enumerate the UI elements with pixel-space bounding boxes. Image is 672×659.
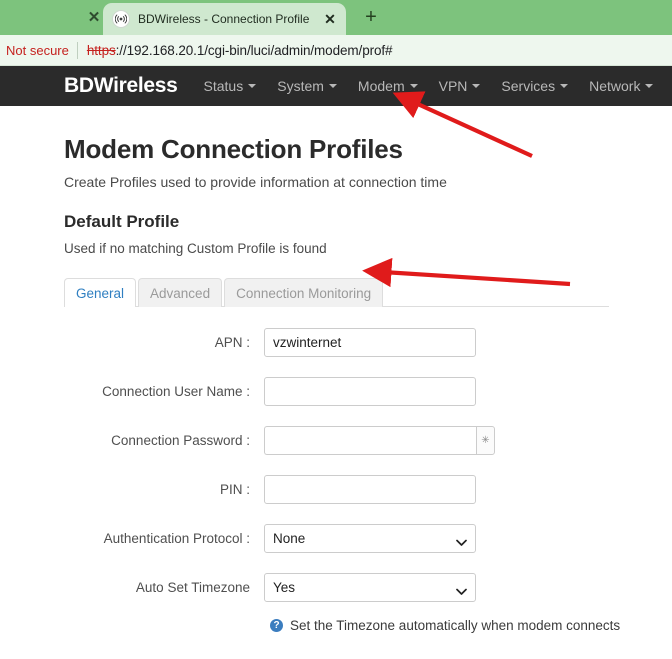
connection-user-name-input[interactable] [264,377,476,406]
wireless-signal-icon [112,10,130,28]
authentication-protocol-label: Authentication Protocol : [103,531,250,546]
nav-item-modem[interactable]: Modem [358,78,418,94]
auto-set-timezone-label: Auto Set Timezone [135,580,250,595]
new-tab-button[interactable]: + [360,7,382,29]
chevron-down-icon [472,84,481,88]
password-field-wrap: ✳ [264,426,495,455]
form-row-auto-timezone: Auto Set Timezone Yes [64,573,672,602]
nav-item-system[interactable]: System [277,78,337,94]
omnibar-bottom-border [0,65,672,66]
tab-general[interactable]: General [64,278,137,307]
connection-password-label: Connection Password : [111,433,250,448]
apn-field-wrap [264,328,476,357]
url-text[interactable]: https://192.168.20.1/cgi-bin/luci/admin/… [87,43,393,58]
security-status-label[interactable]: Not secure [4,43,77,58]
page-title: Modem Connection Profiles [64,134,403,164]
nav-item-status[interactable]: Status [204,78,257,94]
authentication-protocol-select[interactable]: None [264,524,476,553]
browser-tab-strip: ✕ BDWireless - Connection Profile ✕ + [0,0,672,35]
tab-connection-monitoring[interactable]: Connection Monitoring [224,278,384,307]
nav-item-vpn-label: VPN [438,78,468,94]
auto-set-timezone-select[interactable]: Yes [264,573,476,602]
site-brand[interactable]: BDWireless [64,74,178,98]
apn-input[interactable] [264,328,476,357]
browser-tab-title: BDWireless - Connection Profile [138,12,310,26]
site-navbar: BDWireless Status System Modem VPN Servi… [0,66,672,106]
browser-tab[interactable]: BDWireless - Connection Profile ✕ [103,3,346,35]
default-profile-form: APN : Connection User Name : Connection … [64,328,672,633]
address-bar[interactable]: Not secure https://192.168.20.1/cgi-bin/… [0,35,672,66]
nav-item-system-label: System [277,78,324,94]
apn-label: APN : [214,335,250,350]
profile-tab-bar: General Advanced Connection Monitoring [64,277,609,307]
nav-item-network-label: Network [589,78,641,94]
section-subtitle-default-profile: Used if no matching Custom Profile is fo… [64,241,327,256]
connection-password-input[interactable] [264,426,476,455]
form-row-pin: PIN : [64,475,672,504]
url-path: ://192.168.20.1/cgi-bin/luci/admin/modem… [115,43,393,58]
timezone-hint-row: ? Set the Timezone automatically when mo… [264,618,672,633]
auth-protocol-select-wrap: None [264,524,476,553]
nav-item-vpn[interactable]: VPN [439,78,481,94]
tab-close-icon[interactable]: ✕ [322,11,338,27]
tab-advanced[interactable]: Advanced [138,278,223,307]
page-subtitle: Create Profiles used to provide informat… [64,174,447,190]
section-title-default-profile: Default Profile [64,212,180,231]
pin-field-wrap [264,475,476,504]
form-row-apn: APN : [64,328,672,357]
chevron-down-icon [560,84,569,88]
form-row-password: Connection Password : ✳ [64,426,672,455]
chevron-down-icon [248,84,257,88]
browser-window: ✕ BDWireless - Connection Profile ✕ + No… [0,0,672,659]
chevron-down-icon [409,84,418,88]
nav-item-services[interactable]: Services [501,78,569,94]
url-scheme: https [86,43,116,58]
nav-item-modem-label: Modem [357,78,405,94]
form-row-username: Connection User Name : [64,377,672,406]
timezone-hint-text: Set the Timezone automatically when mode… [290,618,621,633]
nav-item-services-label: Services [501,78,556,94]
auto-timezone-select-wrap: Yes [264,573,476,602]
chevron-down-icon [328,84,337,88]
pin-input[interactable] [264,475,476,504]
pin-label: PIN : [219,482,250,497]
reveal-password-button[interactable]: ✳ [476,426,495,455]
username-field-wrap [264,377,476,406]
left-tab-close-icon[interactable]: ✕ [85,9,103,27]
chevron-down-icon [645,84,654,88]
nav-item-status-label: Status [203,78,244,94]
omnibar-divider [76,42,78,59]
page-content: Modem Connection Profiles Create Profile… [0,134,672,659]
help-icon[interactable]: ? [270,619,283,632]
form-row-auth-protocol: Authentication Protocol : None [64,524,672,553]
nav-item-network[interactable]: Network [589,78,654,94]
connection-user-name-label: Connection User Name : [102,384,250,399]
